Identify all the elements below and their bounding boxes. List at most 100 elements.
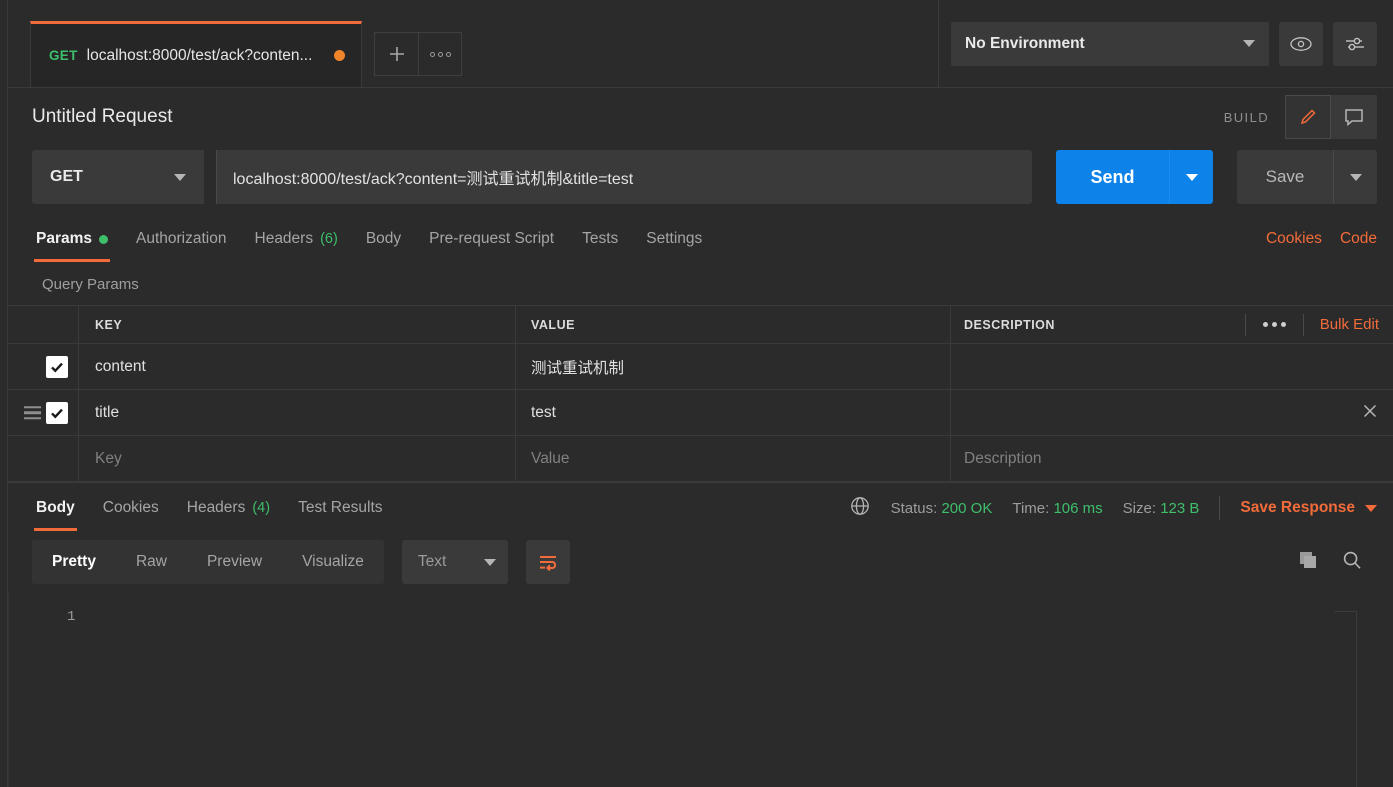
row-description-cell[interactable]: [951, 344, 1393, 389]
edit-request-button[interactable]: [1285, 95, 1331, 139]
chevron-down-icon: [1243, 40, 1255, 47]
response-tab-test-results-label: Test Results: [298, 499, 383, 516]
view-mode-raw[interactable]: Raw: [116, 540, 187, 584]
environment-settings-button[interactable]: [1333, 21, 1377, 66]
row-key-cell[interactable]: title: [79, 390, 516, 435]
search-response-button[interactable]: [1341, 549, 1363, 576]
response-tab-test-results[interactable]: Test Results: [284, 485, 396, 531]
sliders-icon: [1346, 37, 1364, 50]
placeholder-key-cell[interactable]: Key: [79, 436, 516, 481]
url-bar: GET localhost:8000/test/ack?content=测试重试…: [8, 146, 1393, 208]
chevron-down-icon: [1349, 173, 1362, 181]
response-side-divider: [1356, 611, 1357, 787]
time-group: Time: 106 ms: [1012, 500, 1102, 517]
table-row: content 测试重试机制: [8, 344, 1393, 390]
environment-selector[interactable]: No Environment: [951, 21, 1269, 66]
divider: [1334, 611, 1357, 612]
request-tabs: Params Authorization Headers (6) Body Pr…: [8, 216, 1393, 262]
tab-headers[interactable]: Headers (6): [241, 216, 352, 262]
comment-icon: [1345, 109, 1363, 127]
tab-options-button[interactable]: [418, 32, 462, 76]
network-info-button[interactable]: [849, 495, 871, 521]
pencil-icon: [1300, 109, 1316, 125]
response-body-editor[interactable]: 1: [8, 591, 1393, 787]
chevron-down-icon: [174, 173, 186, 181]
build-toggle-group: [1285, 95, 1377, 139]
word-wrap-button[interactable]: [525, 540, 570, 584]
time-label: Time:: [1012, 499, 1050, 517]
send-options-button[interactable]: [1169, 150, 1213, 204]
code-link[interactable]: Code: [1340, 230, 1377, 248]
table-header-actions: Bulk Edit: [1244, 306, 1393, 343]
placeholder-description-text: Description: [964, 449, 1042, 467]
tab-tests[interactable]: Tests: [568, 216, 632, 262]
url-input[interactable]: localhost:8000/test/ack?content=测试重试机制&t…: [216, 150, 1032, 204]
table-header-row: KEY VALUE DESCRIPTION Bulk Edit: [8, 306, 1393, 344]
size-label: Size:: [1122, 499, 1157, 517]
query-params-table: KEY VALUE DESCRIPTION Bulk Edit content …: [8, 305, 1393, 482]
postman-app-window: GET localhost:8000/test/ack?conten... No…: [0, 0, 1393, 787]
tab-bar-right: No Environment: [938, 0, 1393, 87]
delete-row-button[interactable]: [1361, 402, 1393, 424]
table-options-button[interactable]: [1246, 322, 1303, 327]
tab-tests-label: Tests: [582, 230, 619, 247]
size-value: 123 B: [1160, 499, 1200, 517]
row-checkbox[interactable]: [46, 401, 68, 424]
copy-response-button[interactable]: [1297, 549, 1319, 576]
response-format-selector[interactable]: Text: [401, 540, 508, 584]
save-options-button[interactable]: [1333, 150, 1377, 204]
placeholder-value-cell[interactable]: Value: [516, 436, 951, 481]
plus-icon: [389, 47, 404, 61]
row-description-cell[interactable]: [951, 390, 1393, 435]
save-button[interactable]: Save: [1237, 150, 1333, 204]
check-icon: [51, 408, 63, 419]
row-value-value: 测试重试机制: [531, 359, 625, 377]
tab-headers-count: (6): [320, 231, 338, 247]
response-tab-headers[interactable]: Headers (4): [173, 485, 284, 531]
build-label: BUILD: [1223, 109, 1269, 125]
search-icon: [1343, 551, 1361, 569]
size-group: Size: 123 B: [1123, 500, 1200, 517]
row-value-cell[interactable]: test: [516, 390, 951, 435]
environment-selected-label: No Environment: [965, 34, 1085, 52]
time-value: 106 ms: [1053, 499, 1103, 517]
save-response-label: Save Response: [1240, 499, 1355, 516]
chevron-down-icon: [1185, 173, 1198, 181]
response-tabs: Body Cookies Headers (4) Test Results St…: [8, 483, 1393, 533]
tab-params[interactable]: Params: [22, 216, 122, 262]
header-description-cell: DESCRIPTION Bulk Edit: [951, 306, 1393, 343]
view-mode-preview[interactable]: Preview: [187, 540, 282, 584]
ellipsis-icon: [429, 51, 451, 57]
tab-body[interactable]: Body: [352, 216, 415, 262]
bulk-edit-button[interactable]: Bulk Edit: [1304, 316, 1393, 333]
send-button[interactable]: Send: [1056, 150, 1169, 204]
divider: [1219, 496, 1221, 520]
save-response-button[interactable]: Save Response: [1240, 499, 1377, 517]
drag-handle-icon[interactable]: [24, 405, 41, 420]
response-tab-body-label: Body: [36, 499, 75, 516]
request-tab[interactable]: GET localhost:8000/test/ack?conten...: [30, 21, 362, 87]
http-method-selector[interactable]: GET: [32, 150, 204, 204]
response-tab-body[interactable]: Body: [22, 485, 89, 531]
row-key-cell[interactable]: content: [79, 344, 516, 389]
response-tab-cookies[interactable]: Cookies: [89, 485, 173, 531]
cookies-link[interactable]: Cookies: [1266, 230, 1322, 248]
tab-settings[interactable]: Settings: [632, 216, 716, 262]
new-tab-button[interactable]: [374, 32, 418, 76]
comments-button[interactable]: [1331, 95, 1377, 139]
tab-pre-request-script[interactable]: Pre-request Script: [415, 216, 568, 262]
close-icon: [1363, 404, 1377, 417]
column-header-key: KEY: [95, 317, 123, 332]
view-mode-visualize[interactable]: Visualize: [282, 540, 384, 584]
placeholder-description-cell[interactable]: Description: [951, 436, 1393, 481]
header-checkbox-cell: [8, 306, 79, 343]
request-tab-title: localhost:8000/test/ack?conten...: [86, 46, 313, 64]
view-mode-pretty[interactable]: Pretty: [32, 540, 116, 584]
row-value-value: test: [531, 403, 556, 421]
tab-authorization[interactable]: Authorization: [122, 216, 240, 262]
row-value-cell[interactable]: 测试重试机制: [516, 344, 951, 389]
row-checkbox[interactable]: [46, 355, 68, 378]
response-tab-headers-label: Headers: [186, 499, 246, 516]
query-params-title: Query Params: [42, 276, 139, 293]
environment-quick-look-button[interactable]: [1279, 21, 1323, 66]
